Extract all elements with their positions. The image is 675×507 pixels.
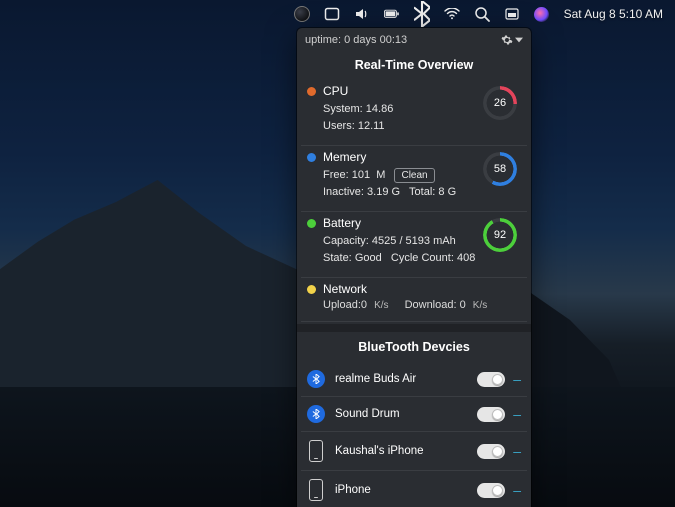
network-dot-icon [307, 285, 316, 294]
wifi-icon[interactable] [444, 6, 460, 22]
battery-title: Battery [323, 216, 361, 230]
uptime-label: uptime: 0 days 00:13 [305, 34, 407, 46]
memory-gauge: 58 [483, 152, 517, 186]
battery-icon[interactable] [384, 6, 400, 22]
section-divider [297, 324, 531, 332]
box-icon[interactable] [324, 6, 340, 22]
cpu-dot-icon [307, 87, 316, 96]
memory-inactive-value: 3.19 G [367, 186, 400, 198]
overview-title: Real-Time Overview [297, 52, 531, 80]
menubar-clock[interactable]: Sat Aug 8 5:10 AM [564, 7, 663, 21]
bt-device-toggle[interactable] [477, 444, 505, 459]
bt-device-name: iPhone [335, 484, 371, 496]
bt-device-toggle[interactable] [477, 407, 505, 422]
memory-free-label: Free: [323, 169, 349, 181]
memory-inactive-label: Inactive: [323, 186, 364, 198]
phone-device-icon [307, 440, 325, 462]
app-menubar-icon[interactable] [294, 6, 310, 22]
memory-gauge-value: 58 [483, 152, 517, 186]
bluetooth-device-icon [307, 370, 325, 388]
bt-device-toggle[interactable] [477, 483, 505, 498]
cpu-users-label: Users: [323, 120, 355, 132]
bt-device-name: Kaushal's iPhone [335, 445, 424, 457]
network-download-label: Download: [405, 299, 457, 311]
battery-state-label: State: [323, 252, 352, 264]
bt-device-toggle[interactable] [477, 372, 505, 387]
memory-free-unit: M [376, 169, 385, 181]
bt-device-row: Kaushal's iPhone – [301, 432, 527, 471]
volume-icon[interactable] [354, 6, 370, 22]
bt-device-expand-icon[interactable]: – [513, 448, 521, 455]
cpu-gauge: 26 [483, 86, 517, 120]
cpu-section: CPU System: 14.86 Users: 12.11 26 [301, 80, 527, 146]
siri-icon[interactable] [534, 6, 550, 22]
memory-total-value: 8 G [438, 186, 456, 198]
cpu-gauge-value: 26 [483, 86, 517, 120]
bt-device-name: realme Buds Air [335, 373, 416, 385]
system-monitor-panel: uptime: 0 days 00:13 Real-Time Overview … [297, 28, 531, 507]
network-download-value: 0 [460, 299, 466, 311]
battery-gauge: 92 [483, 218, 517, 252]
bluetooth-device-icon [307, 405, 325, 423]
network-upload-label: Upload: [323, 299, 361, 311]
battery-capacity-value: 4525 / 5193 mAh [372, 235, 456, 247]
battery-gauge-value: 92 [483, 218, 517, 252]
network-upload-unit: K/s [374, 300, 388, 311]
bt-device-name: Sound Drum [335, 408, 400, 420]
bt-device-expand-icon[interactable]: – [513, 411, 521, 418]
battery-capacity-label: Capacity: [323, 235, 369, 247]
memory-dot-icon [307, 153, 316, 162]
cpu-users-value: 12.11 [358, 120, 385, 132]
bt-device-row: realme Buds Air – [301, 362, 527, 397]
memory-clean-button[interactable]: Clean [394, 168, 434, 183]
network-section: Network Upload:0 K/s Download: 0 K/s [301, 278, 527, 322]
cpu-title: CPU [323, 84, 348, 98]
tray-icon[interactable] [504, 6, 520, 22]
memory-section: Memery Free: 101 M Clean Inactive: 3.19 … [301, 146, 527, 212]
menubar: Sat Aug 8 5:10 AM [294, 4, 663, 24]
bt-device-row: Sound Drum – [301, 397, 527, 432]
cpu-system-value: 14.86 [366, 103, 394, 115]
bt-device-expand-icon[interactable]: – [513, 487, 521, 494]
settings-gear-icon[interactable] [501, 34, 523, 46]
battery-state-value: Good [355, 252, 382, 264]
bluetooth-title: BlueTooth Devcies [297, 334, 531, 362]
phone-device-icon [307, 479, 325, 501]
network-download-unit: K/s [473, 300, 487, 311]
cpu-system-label: System: [323, 103, 363, 115]
network-upload-value: 0 [361, 299, 367, 311]
battery-dot-icon [307, 219, 316, 228]
memory-free-value: 101 [352, 169, 370, 181]
bt-device-expand-icon[interactable]: – [513, 376, 521, 383]
memory-title: Memery [323, 150, 366, 164]
battery-section: Battery Capacity: 4525 / 5193 mAh State:… [301, 212, 527, 278]
spotlight-icon[interactable] [474, 6, 490, 22]
bt-device-row: iPhone – [301, 471, 527, 507]
bluetooth-device-list: realme Buds Air – Sound Drum – Kaush [297, 362, 531, 507]
memory-total-label: Total: [409, 186, 435, 198]
bluetooth-icon[interactable] [414, 6, 430, 22]
battery-cycle-value: 408 [457, 252, 475, 264]
network-title: Network [323, 282, 367, 296]
battery-cycle-label: Cycle Count: [391, 252, 454, 264]
